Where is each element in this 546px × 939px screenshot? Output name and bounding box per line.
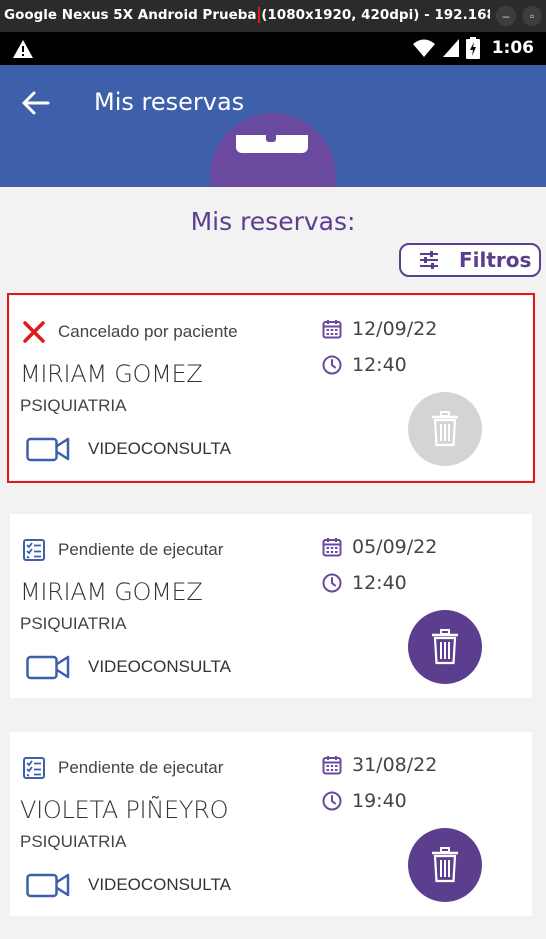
emulator-title-bar: Google Nexus 5X Android Prueba (1080x192… <box>0 0 546 32</box>
date-row: 12/09/22 <box>322 318 437 340</box>
reservation-time: 12:40 <box>352 572 407 594</box>
page-title: Mis reservas <box>94 88 245 116</box>
status-text: Cancelado por paciente <box>58 322 238 341</box>
reservation-card[interactable]: Pendiente de ejecutar VIOLETA PIÑEYRO PS… <box>10 732 532 916</box>
checklist-icon <box>23 757 45 779</box>
checklist-icon <box>23 539 45 561</box>
clock-icon <box>322 355 342 375</box>
status-row: Cancelado por paciente <box>22 320 238 344</box>
patient-name: VIOLETA PIÑEYRO <box>20 796 229 824</box>
time-row: 12:40 <box>322 354 407 376</box>
video-camera-icon <box>26 437 70 462</box>
filter-button-label: Filtros <box>459 248 532 272</box>
delete-button[interactable] <box>408 392 482 466</box>
video-camera-icon <box>26 655 70 680</box>
signal-icon <box>442 39 459 57</box>
video-camera-icon <box>26 873 70 898</box>
section-title: Mis reservas: <box>190 207 356 236</box>
status-row: Pendiente de ejecutar <box>22 756 223 780</box>
cancel-x-icon <box>23 321 45 343</box>
status-text: Pendiente de ejecutar <box>58 540 224 559</box>
calendar-icon <box>322 538 342 557</box>
specialty: PSIQUIATRIA <box>20 396 127 415</box>
consult-type-row: VIDEOCONSULTA <box>26 654 231 680</box>
specialty: PSIQUIATRIA <box>20 832 127 851</box>
date-row: 31/08/22 <box>322 754 437 776</box>
clock-icon <box>322 791 342 811</box>
consult-type-label: VIDEOCONSULTA <box>88 657 231 676</box>
trash-icon <box>432 629 458 665</box>
reservation-time: 19:40 <box>352 790 407 812</box>
back-arrow-icon[interactable] <box>20 89 52 117</box>
consult-type-label: VIDEOCONSULTA <box>88 439 231 458</box>
reservation-card[interactable]: Pendiente de ejecutar MIRIAM GOMEZ PSIQU… <box>10 514 532 698</box>
filter-button[interactable]: Filtros <box>399 243 541 277</box>
consult-type-row: VIDEOCONSULTA <box>26 436 231 462</box>
window-title-device: Google Nexus 5X Android Prueba <box>4 7 260 23</box>
warning-icon <box>13 40 33 58</box>
sliders-icon <box>420 251 438 269</box>
time-row: 12:40 <box>322 572 407 594</box>
calendar-icon <box>322 756 342 775</box>
specialty: PSIQUIATRIA <box>20 614 127 633</box>
date-row: 05/09/22 <box>322 536 437 558</box>
patient-name: MIRIAM GOMEZ <box>20 578 203 606</box>
reservation-date: 12/09/22 <box>352 318 438 340</box>
reservation-date: 31/08/22 <box>352 754 438 776</box>
reservation-card[interactable]: Cancelado por paciente MIRIAM GOMEZ PSIQ… <box>7 293 535 483</box>
delete-button[interactable] <box>408 828 482 902</box>
clock-time: 1:06 <box>491 38 534 58</box>
header-bag-icon <box>236 135 308 153</box>
wifi-icon <box>412 39 435 57</box>
window-title: Google Nexus 5X Android Prueba (1080x192… <box>4 7 490 23</box>
status-text: Pendiente de ejecutar <box>58 758 224 777</box>
trash-icon <box>432 847 458 883</box>
delete-button[interactable] <box>408 610 482 684</box>
patient-name: MIRIAM GOMEZ <box>20 360 203 388</box>
reservation-date: 05/09/22 <box>352 536 438 558</box>
app-bar: Mis reservas <box>0 65 546 187</box>
consult-type-row: VIDEOCONSULTA <box>26 872 231 898</box>
clock-icon <box>322 573 342 593</box>
battery-icon <box>465 37 480 59</box>
trash-icon <box>432 411 458 447</box>
minimize-icon[interactable]: – <box>496 6 516 26</box>
time-row: 19:40 <box>322 790 407 812</box>
window-title-details: (1080x1920, 420dpi) - 192.168.56.1... <box>261 7 490 23</box>
status-row: Pendiente de ejecutar <box>22 538 223 562</box>
maximize-icon[interactable]: ▫ <box>522 6 542 26</box>
reservation-time: 12:40 <box>352 354 407 376</box>
calendar-icon <box>322 320 342 339</box>
consult-type-label: VIDEOCONSULTA <box>88 875 231 894</box>
status-bar: 1:06 <box>0 32 546 65</box>
